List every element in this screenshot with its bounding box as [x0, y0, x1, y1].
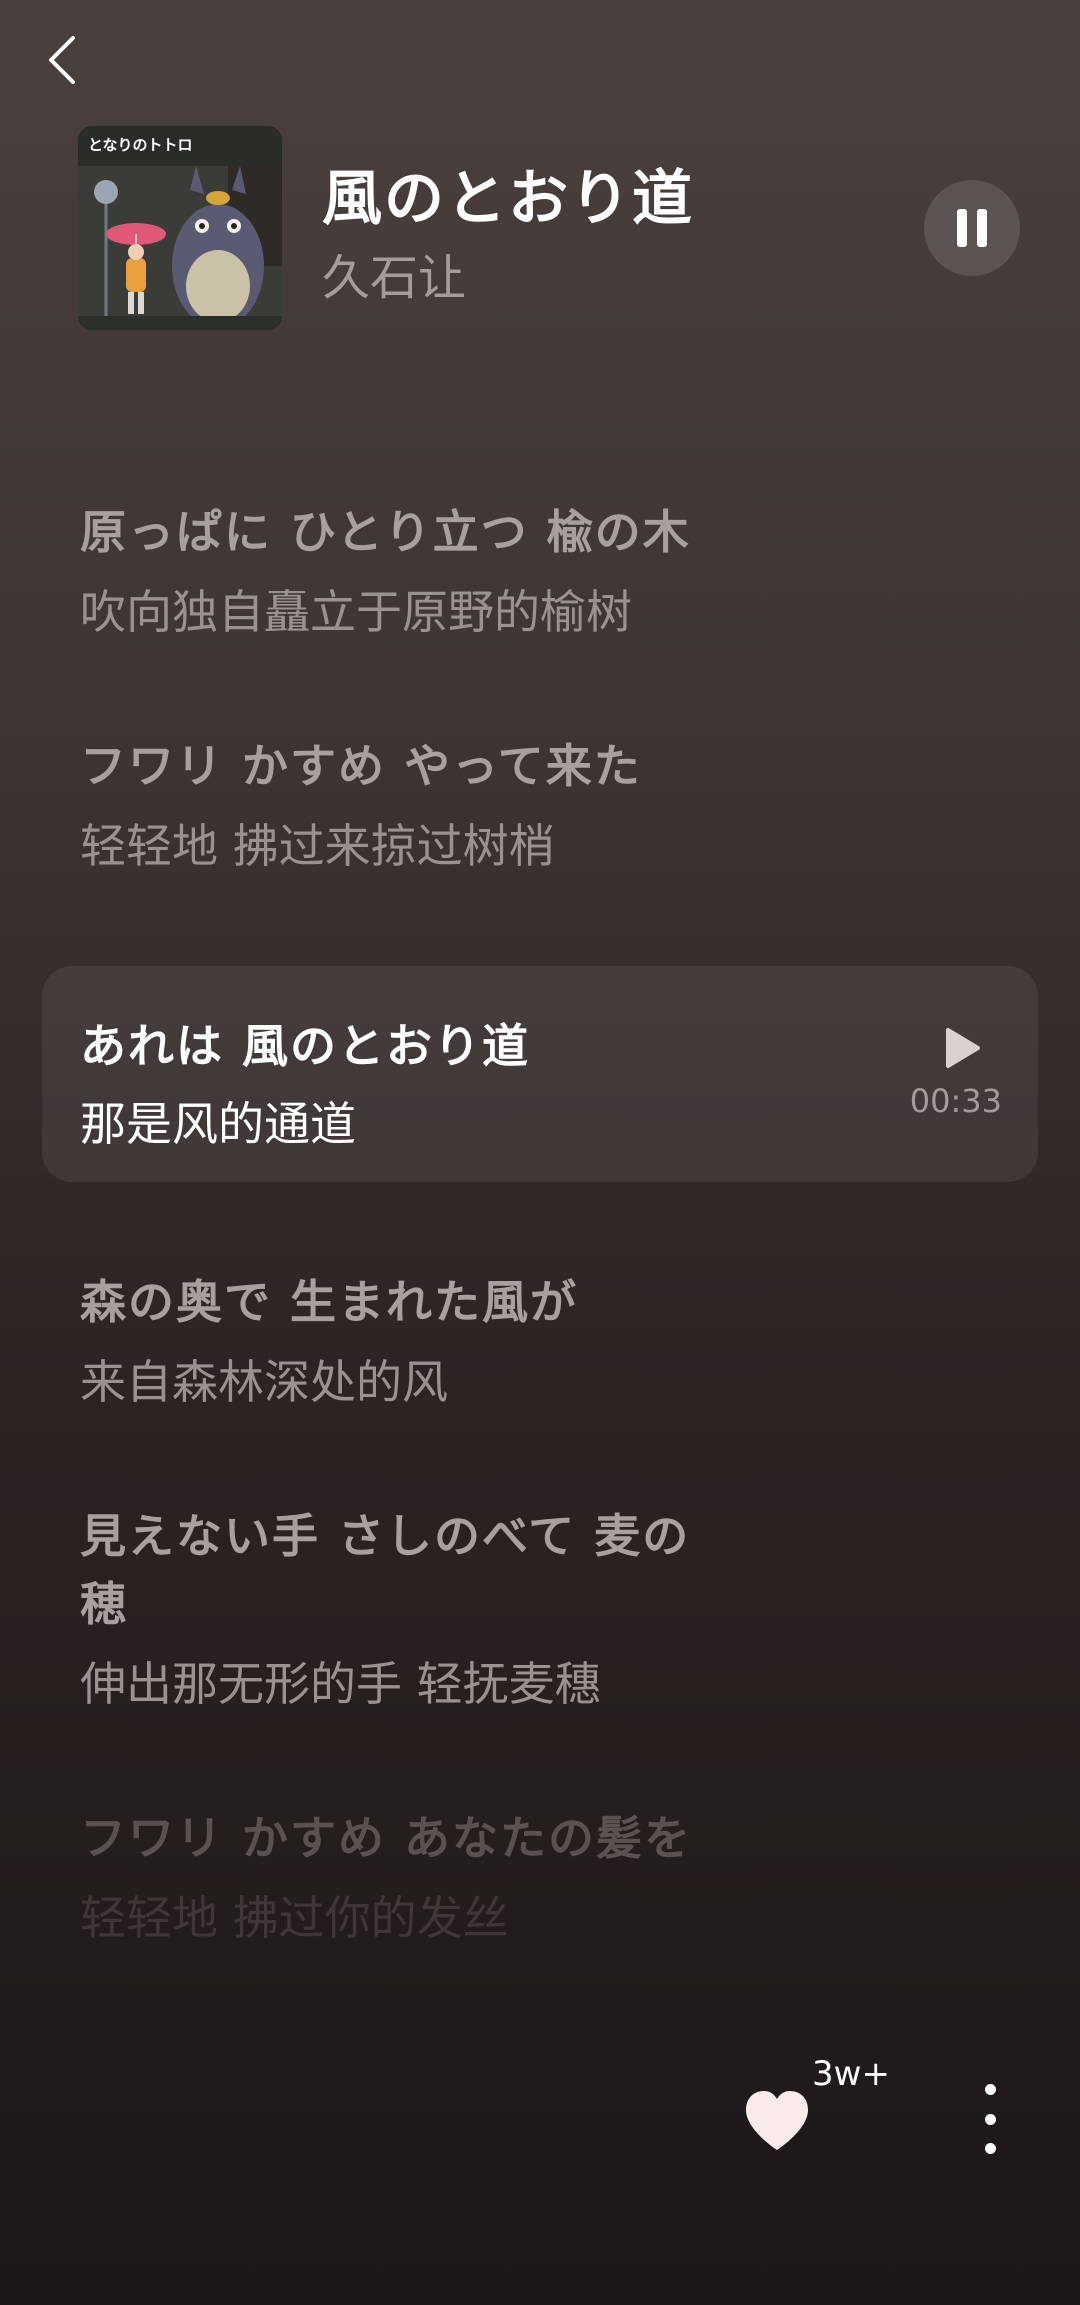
lyric-timestamp: 00:33 [909, 1082, 1002, 1120]
pause-icon [957, 209, 967, 247]
chevron-left-icon [49, 36, 75, 84]
lyric-original: 森の奥で 生まれた風が [80, 1275, 579, 1329]
song-title: 風のとおり道 [322, 164, 694, 234]
like-count: 3w+ [812, 2054, 890, 2094]
lyric-line[interactable]: 見えない手 さしのべて 麦の穂 伸出那无形的手 轻抚麦穗 [0, 1502, 720, 1718]
heart-icon[interactable] [742, 2088, 812, 2154]
lyric-original: フワリ かすめ やって来た [80, 739, 642, 793]
lyric-translation: 伸出那无形的手 轻抚麦穗 [80, 1657, 601, 1711]
lyrics-list[interactable]: 原っぱに ひとり立つ 楡の木 吹向独自矗立于原野的榆树 フワリ かすめ やって来… [0, 498, 1080, 2038]
play-from-here-icon[interactable] [942, 1026, 982, 1070]
lyric-original: フワリ かすめ あなたの髪を [80, 1811, 693, 1865]
lyric-translation: 来自森林深处的风 [80, 1355, 448, 1409]
back-button[interactable] [40, 30, 84, 90]
pause-button[interactable] [924, 180, 1020, 276]
lyric-original: 原っぱに ひとり立つ 楡の木 [80, 505, 691, 559]
lyric-line-active[interactable]: あれは 風のとおり道 那是风的通道 00:33 [42, 966, 1038, 1182]
lyric-line[interactable]: フワリ かすめ あなたの髪を 轻轻地 拂过你的发丝 [0, 1804, 720, 1952]
now-playing-header: となりのトトロ 風のとおり道 久石让 [78, 126, 1020, 330]
lyric-line[interactable]: 森の奥で 生まれた風が 来自森林深处的风 [0, 1268, 720, 1416]
lyric-line[interactable]: 原っぱに ひとり立つ 楡の木 吹向独自矗立于原野的榆树 [0, 498, 720, 646]
artist-name[interactable]: 久石让 [322, 238, 466, 308]
more-options-button[interactable] [972, 2084, 1008, 2154]
lyric-translation: 轻轻地 拂过你的发丝 [80, 1891, 509, 1945]
album-art[interactable]: となりのトトロ [78, 126, 282, 330]
lyric-translation: 轻轻地 拂过来掠过树梢 [80, 819, 555, 873]
album-art-title: となりのトトロ [88, 136, 193, 154]
lyric-translation: 吹向独自矗立于原野的榆树 [80, 585, 632, 639]
more-dots-icon [984, 2084, 996, 2095]
lyric-original: 見えない手 さしのべて 麦の穂 [80, 1509, 691, 1631]
lyric-translation: 那是风的通道 [80, 1097, 356, 1151]
lyric-line[interactable]: フワリ かすめ やって来た 轻轻地 拂过来掠过树梢 [0, 732, 720, 880]
lyric-original: あれは 風のとおり道 [80, 1019, 531, 1073]
